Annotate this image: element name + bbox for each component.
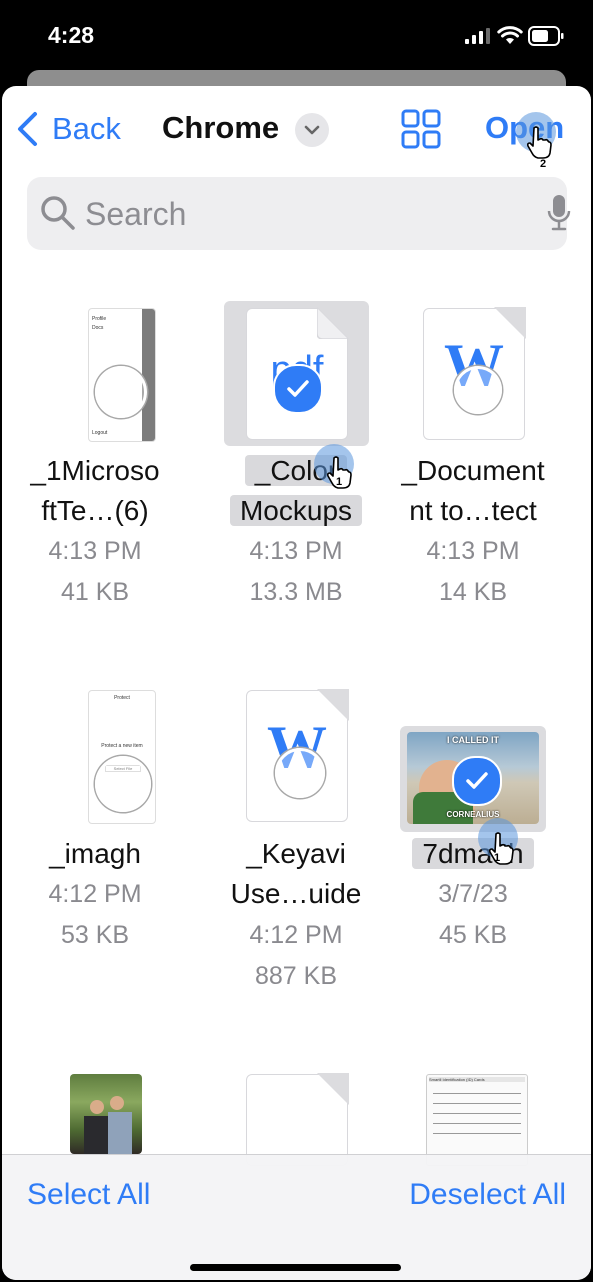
wifi-icon bbox=[497, 26, 523, 44]
select-all-button[interactable]: Select All bbox=[27, 1178, 150, 1212]
tap-number: 2 bbox=[540, 158, 547, 170]
file-name: _1Microso bbox=[30, 455, 160, 486]
cellular-signal-icon bbox=[465, 28, 490, 44]
file-item[interactable] bbox=[4, 1074, 186, 1154]
file-item[interactable] bbox=[205, 1073, 387, 1166]
file-date: 4:12 PM bbox=[249, 921, 343, 949]
battery-icon bbox=[528, 26, 564, 46]
file-name: _Keyavi bbox=[246, 838, 346, 869]
hand-pointer-icon bbox=[526, 126, 552, 159]
file-name: _Color bbox=[205, 451, 387, 491]
file-name: _Document bbox=[401, 455, 545, 486]
touch-indicator bbox=[95, 366, 147, 418]
file-size: 887 KB bbox=[254, 962, 337, 990]
microphone-icon[interactable] bbox=[547, 193, 571, 233]
file-name-line2: Mockups bbox=[205, 491, 387, 531]
folder-menu-button[interactable] bbox=[295, 113, 329, 147]
touch-indicator bbox=[454, 366, 502, 414]
file-item[interactable]: pdf _Color Mockups 4:13 PM 13.3 MB bbox=[205, 286, 387, 616]
folder-title[interactable]: Chrome bbox=[162, 110, 279, 146]
file-name-line2: nt to…tect bbox=[409, 495, 537, 526]
file-item[interactable]: Smartll Identification (ID) Cards bbox=[382, 1074, 564, 1166]
meme-bottom-text: CORNEALIUS bbox=[446, 810, 500, 819]
file-size: 14 KB bbox=[438, 578, 508, 606]
file-size: 45 KB bbox=[438, 921, 508, 949]
file-date: 4:13 PM bbox=[48, 537, 142, 565]
thumb-protect-text: Protect a new item bbox=[101, 743, 143, 749]
thumb-docs-label: Docs bbox=[92, 325, 104, 331]
thumb-profile-label: Profile bbox=[92, 316, 107, 322]
touch-indicator bbox=[275, 748, 325, 798]
search-placeholder: Search bbox=[85, 196, 187, 232]
touch-indicator bbox=[95, 756, 151, 812]
back-label: Back bbox=[52, 111, 121, 146]
status-bar: 4:28 bbox=[0, 0, 593, 70]
document-picker-sheet: Back Chrome Open Search Profile bbox=[2, 86, 591, 1280]
thumb-form-title: Smartll Identification (ID) Cards bbox=[429, 1077, 525, 1082]
meme-top-text: I CALLED IT bbox=[447, 735, 499, 745]
file-thumbnail bbox=[246, 1073, 349, 1166]
back-button[interactable]: Back bbox=[16, 108, 121, 150]
selected-checkmark-icon bbox=[452, 756, 502, 806]
tap-number: 1 bbox=[336, 476, 343, 488]
file-item[interactable]: I CALLED IT CORNEALIUS 7dma5h 3/7/23 45 … bbox=[382, 676, 564, 956]
file-thumbnail: Smartll Identification (ID) Cards bbox=[426, 1074, 528, 1166]
thumb-logout-label: Logout bbox=[92, 430, 108, 436]
file-size: 13.3 MB bbox=[249, 578, 343, 606]
file-name: _imagh bbox=[49, 838, 141, 869]
grid-view-icon[interactable] bbox=[401, 109, 441, 149]
chevron-left-icon bbox=[18, 112, 37, 146]
file-item[interactable]: Profile Docs Logout _1Microso ftTe…(6) 4… bbox=[4, 286, 186, 616]
file-size: 53 KB bbox=[60, 921, 130, 949]
file-item[interactable]: W _Document nt to…tect 4:13 PM 14 KB bbox=[382, 286, 564, 616]
hand-pointer-icon bbox=[488, 832, 514, 865]
selected-checkmark-icon bbox=[273, 364, 323, 414]
search-icon bbox=[41, 196, 75, 230]
file-date: 4:12 PM bbox=[48, 880, 142, 908]
home-indicator[interactable] bbox=[190, 1264, 401, 1271]
navigation-bar: Back Chrome Open bbox=[2, 86, 591, 171]
file-size: 41 KB bbox=[60, 578, 130, 606]
chevron-down-icon bbox=[304, 125, 320, 135]
file-thumbnail bbox=[70, 1074, 142, 1154]
tap-number: 1 bbox=[494, 852, 501, 864]
deselect-all-button[interactable]: Deselect All bbox=[409, 1178, 566, 1212]
file-item[interactable]: Protect Protect a new item Select File _… bbox=[4, 676, 186, 956]
file-date: 4:13 PM bbox=[426, 537, 520, 565]
file-item[interactable]: W _Keyavi Use…uide 4:12 PM 887 KB bbox=[205, 676, 387, 1006]
bottom-toolbar: Select All Deselect All bbox=[2, 1154, 591, 1280]
file-date: 3/7/23 bbox=[438, 880, 508, 908]
file-name: 7dma5h bbox=[382, 834, 564, 874]
status-time: 4:28 bbox=[48, 22, 95, 48]
file-name-line2: ftTe…(6) bbox=[41, 495, 149, 526]
file-date: 4:13 PM bbox=[249, 537, 343, 565]
thumb-protect-title: Protect bbox=[114, 695, 130, 701]
file-name-line2: Use…uide bbox=[230, 878, 362, 909]
search-field[interactable]: Search bbox=[27, 177, 571, 250]
